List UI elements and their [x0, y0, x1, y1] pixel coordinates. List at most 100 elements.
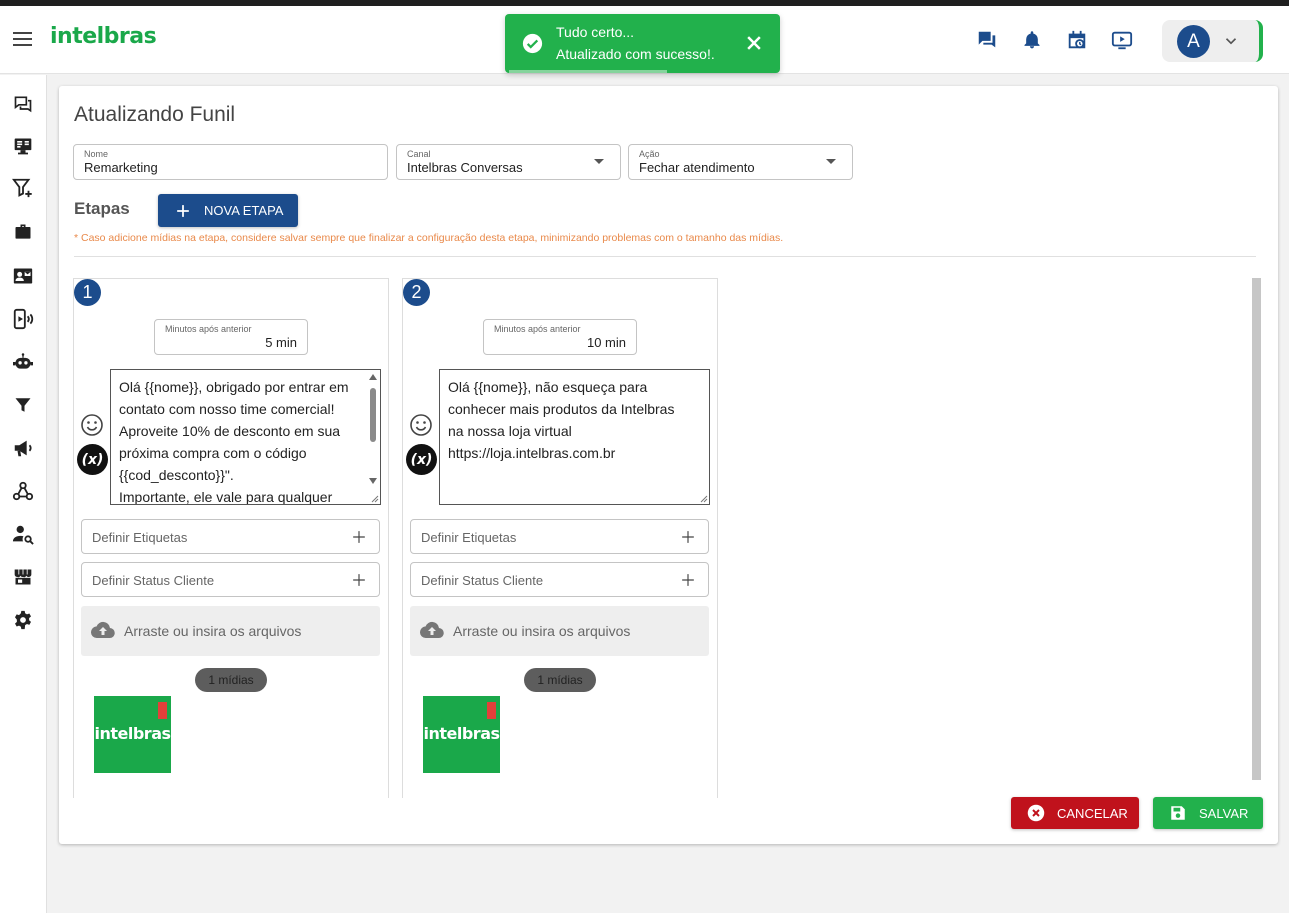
megaphone-icon[interactable]: [11, 436, 35, 460]
plus-icon: [177, 204, 189, 217]
acao-value: Fechar atendimento: [639, 160, 755, 175]
variable-insert-button[interactable]: (x): [77, 444, 108, 475]
stages-scrollbar[interactable]: [1252, 278, 1261, 780]
toast-title: Tudo certo...: [556, 24, 635, 40]
cancel-label: CANCELAR: [1057, 806, 1128, 821]
stage-number: 1: [74, 279, 101, 306]
conversations-icon[interactable]: [11, 92, 35, 116]
avatar[interactable]: A: [1177, 25, 1210, 58]
emoji-icon[interactable]: [409, 413, 433, 437]
define-tags-label: Definir Etiquetas: [92, 530, 188, 545]
acao-select[interactable]: Ação Fechar atendimento: [628, 144, 853, 180]
cancel-button[interactable]: CANCELAR: [1011, 797, 1139, 829]
define-tags-label: Definir Etiquetas: [421, 530, 517, 545]
minutes-label: Minutos após anterior: [165, 324, 252, 334]
save-button[interactable]: SALVAR: [1153, 797, 1263, 829]
page-title: Atualizando Funil: [74, 103, 236, 126]
minutes-value[interactable]: 5 min: [265, 335, 297, 350]
toast-message: Atualizado com sucesso!.: [556, 46, 715, 62]
webhook-icon[interactable]: [11, 479, 35, 503]
stage-card: 2 Minutos após anterior 10 min (x) Olá {…: [402, 278, 718, 798]
message-scrollbar[interactable]: [368, 372, 378, 500]
canal-label: Canal: [407, 149, 431, 159]
cloud-upload-icon: [91, 621, 115, 639]
emoji-icon[interactable]: [80, 413, 104, 437]
thumbnail-accent: [487, 702, 496, 719]
user-menu[interactable]: A: [1162, 20, 1263, 62]
phone-broadcast-icon[interactable]: [11, 307, 35, 331]
success-toast: Tudo certo... Atualizado com sucesso!.: [505, 14, 780, 73]
message-text[interactable]: Olá {{nome}}, obrigado por entrar em con…: [111, 370, 380, 504]
dropzone-label: Arraste ou insira os arquivos: [124, 623, 302, 639]
media-thumbnail[interactable]: intelbras: [423, 696, 500, 773]
plus-icon[interactable]: [681, 573, 695, 587]
robot-icon[interactable]: [11, 350, 35, 374]
minutes-label: Minutos após anterior: [494, 324, 581, 334]
store-icon[interactable]: [11, 565, 35, 589]
funnel-edit-card: Atualizando Funil Nome Remarketing Canal…: [59, 86, 1278, 844]
dropdown-arrow-icon[interactable]: [594, 159, 604, 164]
add-filter-icon[interactable]: [11, 176, 35, 200]
minutes-field[interactable]: Minutos após anterior 5 min: [154, 319, 308, 355]
minutes-field[interactable]: Minutos após anterior 10 min: [483, 319, 637, 355]
file-dropzone[interactable]: Arraste ou insira os arquivos: [81, 606, 380, 656]
resize-handle-icon[interactable]: [700, 495, 708, 503]
nova-etapa-label: NOVA ETAPA: [204, 203, 284, 218]
define-status-field[interactable]: Definir Status Cliente: [410, 562, 709, 597]
user-search-icon[interactable]: [11, 522, 35, 546]
message-textarea[interactable]: Olá {{nome}}, obrigado por entrar em con…: [110, 369, 381, 505]
thumbnail-accent: [158, 702, 167, 719]
nome-label: Nome: [84, 149, 109, 159]
filter-icon[interactable]: [11, 393, 35, 417]
minutes-value[interactable]: 10 min: [587, 335, 626, 350]
brand-logo[interactable]: intelbras: [50, 24, 157, 49]
stage-card: 1 Minutos após anterior 5 min (x) Olá {{…: [73, 278, 389, 798]
gear-icon[interactable]: [11, 608, 35, 632]
acao-label: Ação: [639, 149, 660, 159]
calendar-clock-icon[interactable]: [1065, 28, 1089, 52]
save-icon: [1171, 806, 1185, 820]
dropzone-label: Arraste ou insira os arquivos: [453, 623, 631, 639]
resize-handle-icon[interactable]: [371, 495, 379, 503]
toast-progress-bar: [509, 70, 667, 73]
monitor-icon[interactable]: [11, 134, 35, 158]
thumbnail-logo: intelbras: [94, 724, 171, 743]
media-warning: * Caso adicione mídias na etapa, conside…: [74, 232, 784, 244]
message-text[interactable]: Olá {{nome}}, não esqueça para conhecer …: [440, 370, 709, 470]
define-tags-field[interactable]: Definir Etiquetas: [410, 519, 709, 554]
contact-card-icon[interactable]: [11, 264, 35, 288]
check-circle-icon: [522, 33, 543, 54]
plus-icon[interactable]: [681, 530, 695, 544]
stage-number: 2: [403, 279, 430, 306]
media-count-badge: 1 mídias: [195, 668, 267, 692]
canal-select[interactable]: Canal Intelbras Conversas: [396, 144, 621, 180]
nome-value[interactable]: Remarketing: [84, 160, 158, 175]
etapas-heading: Etapas: [74, 199, 130, 218]
plus-icon[interactable]: [352, 530, 366, 544]
chevron-down-icon[interactable]: [1222, 32, 1240, 50]
sidebar: [0, 75, 47, 913]
media-thumbnail[interactable]: intelbras: [94, 696, 171, 773]
tv-play-icon[interactable]: [1110, 28, 1134, 52]
chat-icon[interactable]: [975, 28, 999, 52]
bell-icon[interactable]: [1020, 28, 1044, 52]
nome-field[interactable]: Nome Remarketing: [73, 144, 388, 180]
close-icon[interactable]: [744, 33, 764, 53]
menu-icon[interactable]: [13, 32, 32, 46]
dropdown-arrow-icon[interactable]: [826, 159, 836, 164]
message-textarea[interactable]: Olá {{nome}}, não esqueça para conhecer …: [439, 369, 710, 505]
define-status-field[interactable]: Definir Status Cliente: [81, 562, 380, 597]
briefcase-icon[interactable]: [11, 220, 35, 244]
file-dropzone[interactable]: Arraste ou insira os arquivos: [410, 606, 709, 656]
plus-icon[interactable]: [352, 573, 366, 587]
define-status-label: Definir Status Cliente: [92, 573, 215, 588]
define-status-label: Definir Status Cliente: [421, 573, 544, 588]
divider: [74, 256, 1256, 257]
variable-insert-button[interactable]: (x): [406, 444, 437, 475]
save-label: SALVAR: [1199, 806, 1249, 821]
media-count-badge: 1 mídias: [524, 668, 596, 692]
nova-etapa-button[interactable]: NOVA ETAPA: [158, 194, 298, 227]
thumbnail-logo: intelbras: [423, 724, 500, 743]
define-tags-field[interactable]: Definir Etiquetas: [81, 519, 380, 554]
cancel-circle-icon: [1027, 804, 1045, 822]
